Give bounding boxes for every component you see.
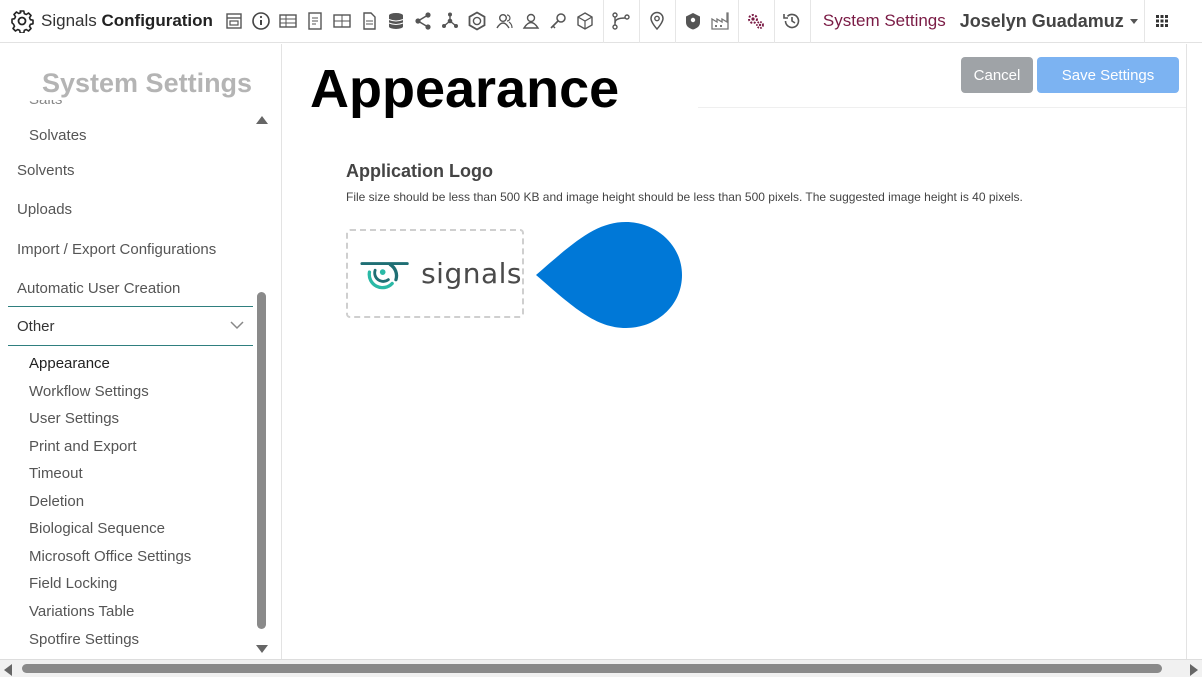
sidebar-group-other[interactable]: Other bbox=[8, 306, 253, 346]
user-group-icon[interactable] bbox=[491, 0, 518, 43]
document-icon[interactable] bbox=[302, 0, 329, 43]
location-pin-icon[interactable] bbox=[644, 0, 671, 43]
sidebar-item-solvates[interactable]: Solvates bbox=[29, 127, 87, 144]
sidebar-item-workflow-settings[interactable]: Workflow Settings bbox=[29, 383, 149, 400]
apps-grid-icon[interactable] bbox=[1143, 0, 1180, 43]
sidebar-item-user-settings[interactable]: User Settings bbox=[29, 410, 119, 427]
sidebar-item-biological-sequence[interactable]: Biological Sequence bbox=[29, 520, 165, 537]
sidebar-scrollbar[interactable] bbox=[255, 112, 269, 657]
hexagon-icon[interactable] bbox=[464, 0, 491, 43]
top-nav-bar: Signals Configuration System Settings Jo… bbox=[0, 0, 1202, 43]
header-divider bbox=[698, 107, 1200, 108]
scroll-left-arrow-icon[interactable] bbox=[4, 664, 12, 676]
logo-upload-dropzone[interactable]: signals bbox=[346, 229, 524, 318]
sidebar-item-timeout[interactable]: Timeout bbox=[29, 465, 83, 482]
settings-cogs-icon[interactable] bbox=[743, 0, 770, 43]
key-icon[interactable] bbox=[545, 0, 572, 43]
drop-pointer-shape bbox=[536, 222, 682, 328]
signals-logo-icon bbox=[360, 261, 409, 289]
table-icon[interactable] bbox=[275, 0, 302, 43]
chevron-down-icon bbox=[230, 321, 244, 330]
sidebar-item-deletion[interactable]: Deletion bbox=[29, 493, 84, 510]
sidebar-group-label: Other bbox=[17, 318, 55, 335]
app-title: Signals Configuration bbox=[41, 11, 213, 30]
factory-icon[interactable] bbox=[707, 0, 734, 43]
app-brand[interactable]: Signals Configuration bbox=[0, 0, 221, 43]
toolbar-divider bbox=[638, 0, 640, 43]
sidebar-item-appearance[interactable]: Appearance bbox=[29, 355, 110, 372]
sidebar-item-solvents[interactable]: Solvents bbox=[17, 162, 75, 179]
sidebar-item-spotfire-settings[interactable]: Spotfire Settings bbox=[29, 631, 139, 648]
toolbar-divider bbox=[674, 0, 676, 43]
toolbar-divider bbox=[602, 0, 604, 43]
grid-table-icon[interactable] bbox=[329, 0, 356, 43]
caret-down-icon bbox=[1129, 18, 1138, 24]
main-content: Appearance Cancel Save Settings Applicat… bbox=[298, 44, 1200, 659]
save-settings-button[interactable]: Save Settings bbox=[1037, 57, 1179, 93]
horizontal-scrollbar[interactable] bbox=[0, 659, 1202, 677]
toolbar-divider bbox=[737, 0, 739, 43]
toolbar bbox=[221, 0, 806, 43]
scroll-up-arrow-icon[interactable] bbox=[256, 116, 268, 124]
sidebar-title: System Settings bbox=[42, 68, 253, 98]
shield-icon[interactable] bbox=[680, 0, 707, 43]
workflow-icon[interactable] bbox=[608, 0, 635, 43]
horizontal-scrollbar-thumb[interactable] bbox=[22, 664, 1162, 673]
section-title: Application Logo bbox=[346, 161, 493, 181]
sidebar-item-automatic-user-creation[interactable]: Automatic User Creation bbox=[17, 280, 180, 297]
history-icon[interactable] bbox=[779, 0, 806, 43]
system-settings-link[interactable]: System Settings bbox=[809, 0, 958, 43]
user-icon[interactable] bbox=[518, 0, 545, 43]
sidebar-item-salts[interactable]: Salts bbox=[29, 100, 62, 109]
user-name: Joselyn Guadamuz bbox=[959, 10, 1124, 31]
toolbar-divider bbox=[773, 0, 775, 43]
user-menu[interactable]: Joselyn Guadamuz bbox=[958, 11, 1138, 32]
scroll-right-arrow-icon[interactable] bbox=[1190, 664, 1198, 676]
scroll-down-arrow-icon[interactable] bbox=[256, 645, 268, 653]
sidebar-item-uploads[interactable]: Uploads bbox=[17, 201, 72, 218]
gear-icon bbox=[11, 10, 34, 33]
sidebar-item-microsoft-office-settings[interactable]: Microsoft Office Settings bbox=[29, 548, 191, 565]
page-title: Appearance bbox=[310, 59, 620, 119]
share-icon[interactable] bbox=[410, 0, 437, 43]
sidebar-item-import-export[interactable]: Import / Export Configurations bbox=[17, 241, 216, 258]
sidebar-item-variations-table[interactable]: Variations Table bbox=[29, 603, 134, 620]
scrollbar-thumb[interactable] bbox=[257, 292, 266, 629]
page-right-edge bbox=[1186, 44, 1202, 659]
settings-sidebar: System Settings Salts Solvates Solvents … bbox=[0, 44, 282, 659]
info-icon[interactable] bbox=[248, 0, 275, 43]
section-description: File size should be less than 500 KB and… bbox=[346, 190, 1023, 204]
cube-icon[interactable] bbox=[572, 0, 599, 43]
network-icon[interactable] bbox=[437, 0, 464, 43]
sidebar-item-print-export[interactable]: Print and Export bbox=[29, 438, 137, 455]
file-icon[interactable] bbox=[356, 0, 383, 43]
logo-wordmark: signals bbox=[421, 257, 522, 290]
sidebar-item-field-locking[interactable]: Field Locking bbox=[29, 575, 117, 592]
cancel-button[interactable]: Cancel bbox=[961, 57, 1033, 93]
form-icon[interactable] bbox=[221, 0, 248, 43]
database-icon[interactable] bbox=[383, 0, 410, 43]
